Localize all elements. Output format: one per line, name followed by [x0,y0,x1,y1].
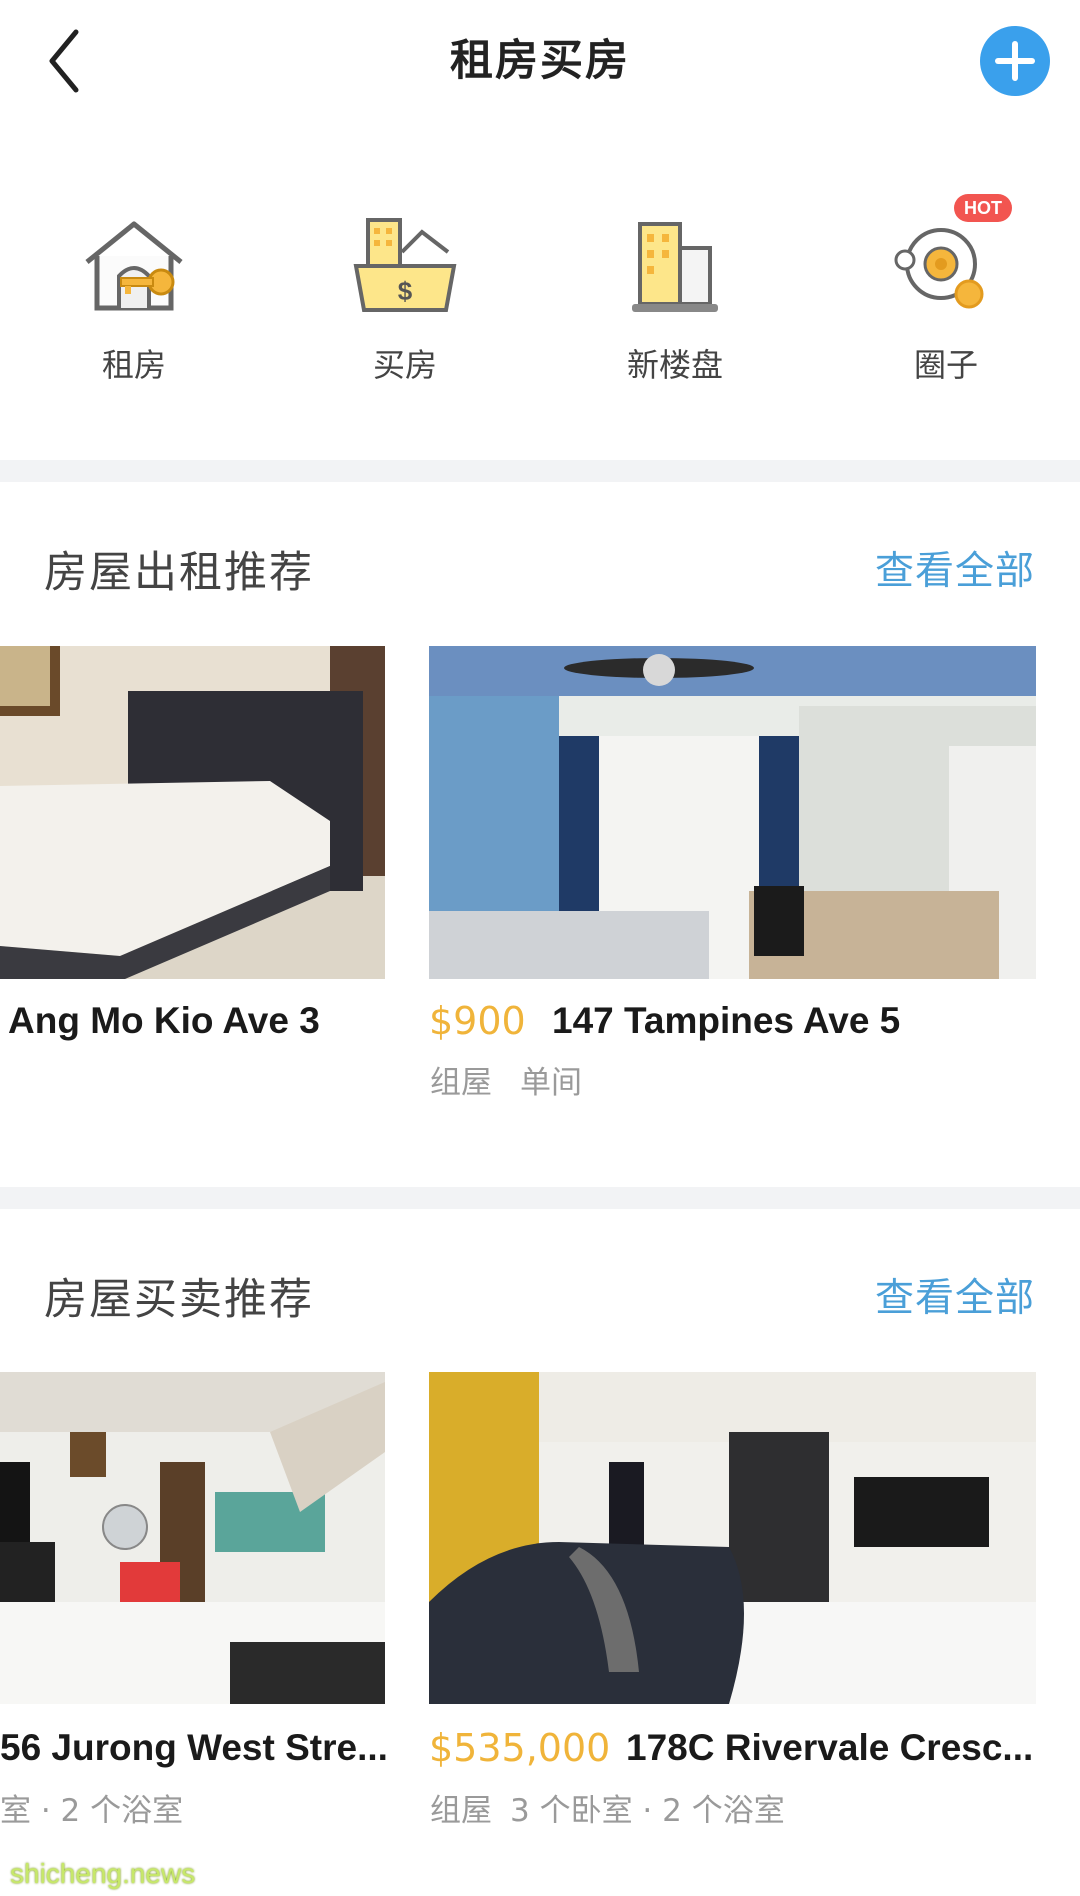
new-building-icon [632,222,718,312]
rent-section: 房屋出租推荐 查看全部 Ang Mo Kio Ave 3 $900 147 Ta… [0,482,1080,1187]
category-label: 租房 [101,346,166,384]
category-grid: 租房 $ 买房 新楼盘 HOT 圈子 [0,122,1080,460]
listing-address[interactable]: 147 Tampines Ave 5 [552,1000,900,1042]
listing-address[interactable]: 178C Rivervale Cresc... [626,1727,1033,1769]
category-buy[interactable]: $ 买房 [305,212,505,412]
hot-badge: HOT [954,194,1012,222]
sale-section: 房屋买卖推荐 查看全部 56 Jurong West Stre... 室 · 2… [0,1209,1080,1896]
category-label: 圈子 [913,346,978,384]
watermark: shicheng.news [10,1858,196,1889]
category-community[interactable]: HOT 圈子 [846,194,1046,412]
community-icon [894,228,984,309]
top-bar: 租房买房 [0,0,1080,122]
listing-photo[interactable] [0,646,385,979]
listing-price: $535,000 [429,1726,611,1770]
section-title: 房屋买卖推荐 [44,1275,314,1325]
add-button[interactable] [980,26,1050,96]
listing-photo[interactable] [429,1372,1036,1704]
category-new-building[interactable]: 新楼盘 [575,212,775,412]
listing-meta: 室 · 2 个浴室 [0,1793,184,1829]
listing-photo[interactable] [0,1372,385,1704]
listing-meta: 3 个卧室 · 2 个浴室 [510,1793,785,1829]
listing-price: $900 [429,999,526,1043]
category-rent[interactable]: 租房 [34,212,234,412]
section-title: 房屋出租推荐 [44,548,314,598]
category-label: 买房 [372,346,437,384]
sale-see-all-link[interactable]: 查看全部 [875,1267,1035,1323]
listing-type: 组屋 [430,1793,492,1829]
category-label: 新楼盘 [626,346,723,384]
plus-icon [995,41,1035,81]
buy-house-icon: $ [353,218,457,312]
listing-type: 组屋 [430,1065,492,1101]
listing-address[interactable]: 56 Jurong West Stre... [0,1727,388,1769]
divider [0,460,1080,482]
listing-room: 单间 [520,1065,582,1101]
rent-see-all-link[interactable]: 查看全部 [875,540,1035,596]
divider [0,1187,1080,1209]
house-key-icon [85,221,183,311]
listing-photo[interactable] [429,646,1036,979]
page-title: 租房买房 [450,36,630,86]
listing-address[interactable]: Ang Mo Kio Ave 3 [8,1000,320,1042]
svg-text:$: $ [398,276,413,306]
